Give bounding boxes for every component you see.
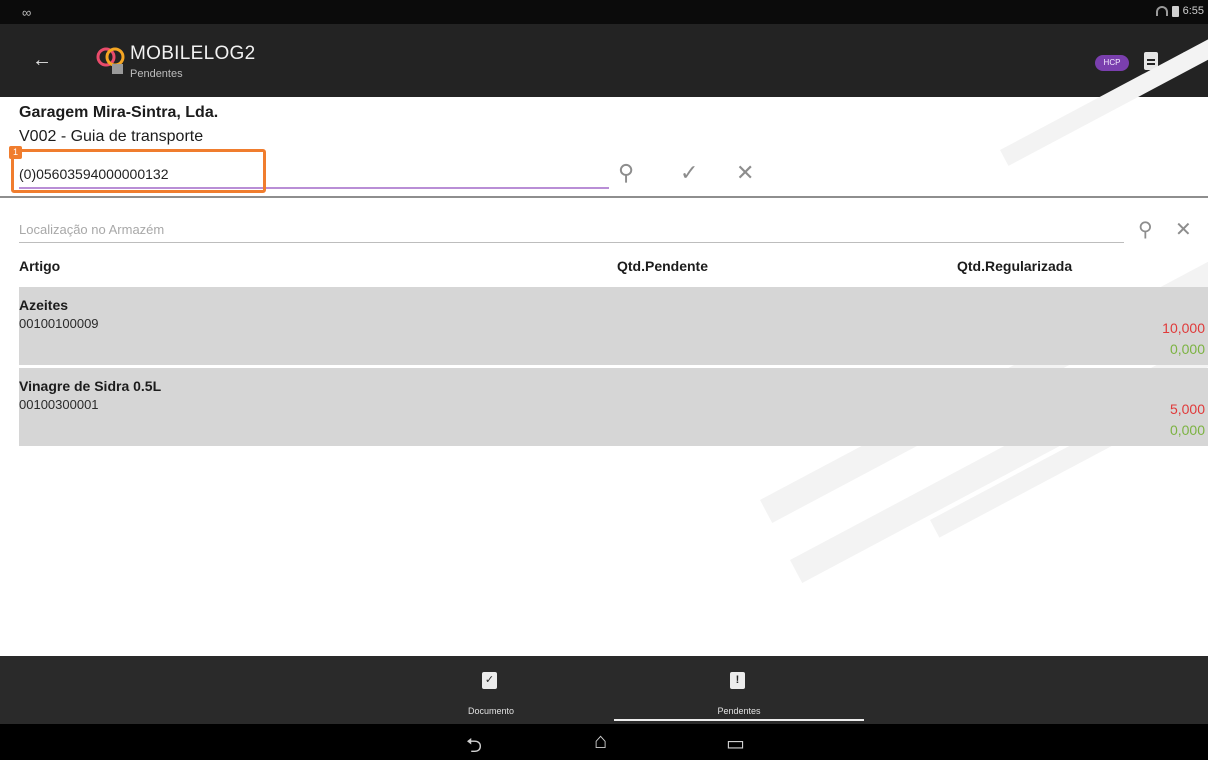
tab-label: Pendentes: [717, 706, 761, 716]
company-name: Garagem Mira-Sintra, Lda.: [19, 104, 219, 121]
item-code: 00100100009: [19, 316, 99, 331]
qty-pendente: 10,000: [1162, 320, 1205, 336]
app-subtitle: Pendentes: [130, 68, 183, 80]
column-header-artigo: Artigo: [19, 258, 61, 274]
qty-pendente: 5,000: [1169, 401, 1205, 417]
status-icons: 6:55: [1155, 5, 1204, 17]
tab-pendentes[interactable]: ! Pendentes: [614, 656, 864, 724]
bottom-tab-bar: ✓ Documento ! Pendentes: [0, 656, 1208, 724]
location-clear-icon[interactable]: ✕: [1175, 217, 1192, 242]
clipboard-check-icon: ✓: [482, 672, 497, 689]
location-input[interactable]: [19, 217, 1119, 241]
clipboard-alert-icon: !: [730, 672, 745, 689]
qty-regularizada: 0,000: [1169, 422, 1205, 438]
action-bar: ← MOBILELOG2 Pendentes HCP: [0, 24, 1208, 97]
nav-back-icon[interactable]: ⮌: [466, 731, 482, 760]
infinity-icon: ∞: [22, 5, 31, 20]
app-title: MOBILELOG2: [130, 43, 256, 64]
user-badge[interactable]: HCP: [1095, 55, 1129, 71]
tab-label: Documento: [467, 706, 515, 716]
document-header: Garagem Mira-Sintra, Lda. V002 - Guia de…: [0, 97, 1208, 152]
marker-badge: 1: [9, 146, 22, 159]
close-icon[interactable]: ✕: [736, 160, 754, 186]
column-header-regularizada: Qtd.Regularizada: [957, 258, 1073, 274]
item-name: Azeites: [19, 297, 69, 313]
list-item[interactable]: Vinagre de Sidra 0.5L 00100300001 5,000 …: [19, 368, 1208, 446]
status-bar: ∞ 6:55: [0, 0, 1208, 24]
document-type: V002 - Guia de transporte: [19, 128, 204, 145]
tab-documento[interactable]: ✓ Documento: [366, 656, 616, 724]
qty-regularizada: 0,000: [1169, 341, 1205, 357]
battery-icon: [1171, 5, 1179, 17]
app-logo: [96, 47, 125, 74]
system-nav-bar: ⮌ ⌂ ▭: [0, 724, 1208, 760]
status-time: 6:55: [1182, 5, 1204, 17]
barcode-highlight-box: [11, 149, 266, 193]
location-row: [19, 215, 1124, 243]
check-icon[interactable]: ✓: [680, 160, 698, 186]
nav-home-icon[interactable]: ⌂: [594, 728, 607, 754]
item-name: Vinagre de Sidra 0.5L: [19, 378, 162, 394]
nav-recents-icon[interactable]: ▭: [726, 731, 745, 756]
back-arrow-icon[interactable]: ←: [30, 48, 54, 72]
item-code: 00100300001: [19, 397, 99, 412]
list-item[interactable]: Azeites 00100100009 10,000 0,000: [19, 287, 1208, 365]
location-search-icon[interactable]: ⚲: [1138, 217, 1153, 242]
wifi-icon: [1155, 6, 1168, 16]
column-header-pendente: Qtd.Pendente: [617, 258, 709, 274]
search-icon[interactable]: ⚲: [618, 160, 634, 186]
